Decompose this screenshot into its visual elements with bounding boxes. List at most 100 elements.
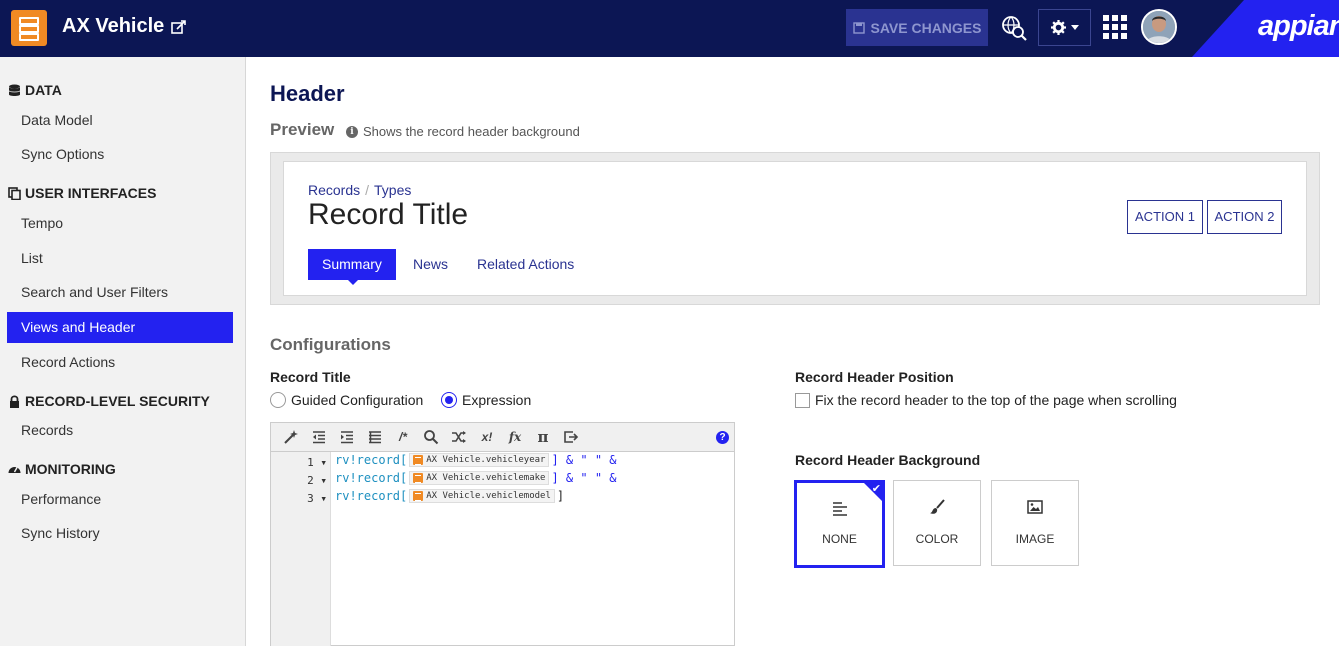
breadcrumb-types[interactable]: Types <box>374 182 411 198</box>
copy-icon <box>8 186 21 200</box>
fix-header-checkbox[interactable] <box>795 392 810 408</box>
line-number-gutter: 1 ▾ 2 ▾ 3 ▾ <box>271 452 331 646</box>
database-icon <box>8 84 21 96</box>
open-external-icon[interactable] <box>171 19 187 35</box>
radio-button[interactable] <box>270 392 286 408</box>
preview-heading: Preview <box>270 120 335 139</box>
radio-guided-label: Guided Configuration <box>291 392 424 408</box>
background-none-label: NONE <box>822 532 857 546</box>
user-avatar[interactable] <box>1141 9 1177 45</box>
sidebar-item-tempo[interactable]: Tempo <box>7 208 233 239</box>
background-none-option[interactable]: ✔ NONE <box>794 480 885 568</box>
save-changes-button[interactable]: SAVE CHANGES <box>846 9 988 46</box>
shuffle-icon[interactable] <box>451 429 467 445</box>
indent-icon[interactable] <box>339 429 355 445</box>
section-data: DATA <box>8 82 62 98</box>
section-monitoring-title: MONITORING <box>25 461 116 477</box>
pi-icon[interactable]: π <box>535 429 551 445</box>
paint-brush-icon <box>930 499 945 514</box>
line-number: 3 ▾ <box>307 492 327 505</box>
not-icon[interactable]: x! <box>479 429 495 445</box>
record-field-chip[interactable]: AX Vehicle.vehiclemodel <box>409 489 555 503</box>
sidebar-item-list[interactable]: List <box>7 243 233 274</box>
section-record-level-security: RECORD-LEVEL SECURITY <box>8 393 210 409</box>
section-user-interfaces-title: USER INTERFACES <box>25 185 157 201</box>
record-title-label: Record Title <box>270 369 351 385</box>
page-title: Header <box>270 81 345 106</box>
record-field-chip[interactable]: AX Vehicle.vehiclemake <box>409 471 550 485</box>
code-line[interactable]: rv!record[ AX Vehicle.vehiclemodel ] <box>335 489 564 503</box>
background-color-label: COLOR <box>915 532 959 546</box>
record-field-chip[interactable]: AX Vehicle.vehicleyear <box>409 453 550 467</box>
app-icon[interactable] <box>11 10 47 46</box>
tab-summary[interactable]: Summary <box>308 249 396 285</box>
expression-editor[interactable]: /* x! fx π ? 1 ▾ 2 ▾ 3 ▾ rv!record[ AX V… <box>270 422 735 646</box>
sidebar-item-search-filters[interactable]: Search and User Filters <box>7 277 233 308</box>
function-icon[interactable]: fx <box>507 429 523 445</box>
sidebar-item-sync-history[interactable]: Sync History <box>7 518 233 549</box>
record-type-icon <box>413 473 424 483</box>
sidebar-item-records[interactable]: Records <box>7 415 233 446</box>
app-launcher-icon[interactable] <box>1103 15 1127 39</box>
avatar-image <box>1143 11 1175 43</box>
comment-icon[interactable]: /* <box>395 429 411 445</box>
breadcrumb-records[interactable]: Records <box>308 182 360 198</box>
sidebar-item-record-actions[interactable]: Record Actions <box>7 347 233 378</box>
preview-hint: i Shows the record header background <box>346 124 580 139</box>
radio-guided-configuration[interactable]: Guided Configuration <box>270 392 423 408</box>
chevron-down-icon <box>1070 24 1079 30</box>
fix-header-option[interactable]: Fix the record header to the top of the … <box>795 392 1177 408</box>
header-position-label: Record Header Position <box>795 369 954 385</box>
appian-logo: appian <box>1258 10 1339 42</box>
code-line[interactable]: rv!record[ AX Vehicle.vehiclemake ] & " … <box>335 471 617 485</box>
action-2-button[interactable]: ACTION 2 <box>1207 200 1282 234</box>
background-image-option[interactable]: IMAGE <box>991 480 1079 566</box>
breadcrumb: Records / Types <box>308 182 412 198</box>
image-icon <box>1027 500 1043 514</box>
save-changes-label: SAVE CHANGES <box>870 19 982 36</box>
record-type-icon <box>413 455 424 465</box>
export-icon[interactable] <box>563 429 579 445</box>
background-image-label: IMAGE <box>1015 532 1055 546</box>
check-icon: ✔ <box>871 483 881 495</box>
section-data-title: DATA <box>25 82 62 98</box>
gear-icon <box>1050 20 1066 35</box>
section-security-title: RECORD-LEVEL SECURITY <box>25 393 210 409</box>
search-globe-icon[interactable] <box>1001 15 1027 41</box>
preview-hint-text: Shows the record header background <box>363 124 580 139</box>
fix-header-label: Fix the record header to the top of the … <box>815 392 1177 408</box>
line-number: 2 ▾ <box>307 474 327 487</box>
magic-wand-icon[interactable] <box>283 429 299 445</box>
configurations-heading: Configurations <box>270 335 391 354</box>
save-icon <box>852 21 865 34</box>
help-icon[interactable]: ? <box>716 431 729 444</box>
record-type-icon <box>413 491 424 501</box>
top-bar: AX Vehicle SAVE CHANGES appian <box>0 0 1339 57</box>
action-1-button[interactable]: ACTION 1 <box>1127 200 1203 234</box>
record-title: Record Title <box>308 198 469 231</box>
section-monitoring: MONITORING <box>8 461 116 477</box>
search-icon[interactable] <box>423 429 439 445</box>
code-line[interactable]: rv!record[ AX Vehicle.vehicleyear ] & " … <box>335 453 617 467</box>
align-left-icon <box>832 502 847 516</box>
sidebar-item-performance[interactable]: Performance <box>7 484 233 515</box>
settings-menu-button[interactable] <box>1038 9 1091 46</box>
tab-news[interactable]: News <box>413 249 448 280</box>
outdent-icon[interactable] <box>311 429 327 445</box>
background-color-option[interactable]: COLOR <box>893 480 981 566</box>
radio-button-selected[interactable] <box>441 392 457 408</box>
lock-icon <box>10 394 19 408</box>
app-title: AX Vehicle <box>62 15 165 37</box>
sidebar-item-sync-options[interactable]: Sync Options <box>7 139 233 170</box>
radio-expression[interactable]: Expression <box>441 392 531 408</box>
info-icon: i <box>346 125 358 138</box>
radio-expression-label: Expression <box>462 392 532 408</box>
header-background-label: Record Header Background <box>795 452 981 468</box>
dashboard-icon <box>8 466 21 473</box>
editor-toolbar: /* x! fx π ? <box>271 423 734 452</box>
sidebar-item-data-model[interactable]: Data Model <box>7 105 233 136</box>
tab-related-actions[interactable]: Related Actions <box>477 249 574 280</box>
section-user-interfaces: USER INTERFACES <box>8 185 156 201</box>
sidebar-item-views-header[interactable]: Views and Header <box>7 312 233 343</box>
list-icon[interactable] <box>367 429 383 445</box>
